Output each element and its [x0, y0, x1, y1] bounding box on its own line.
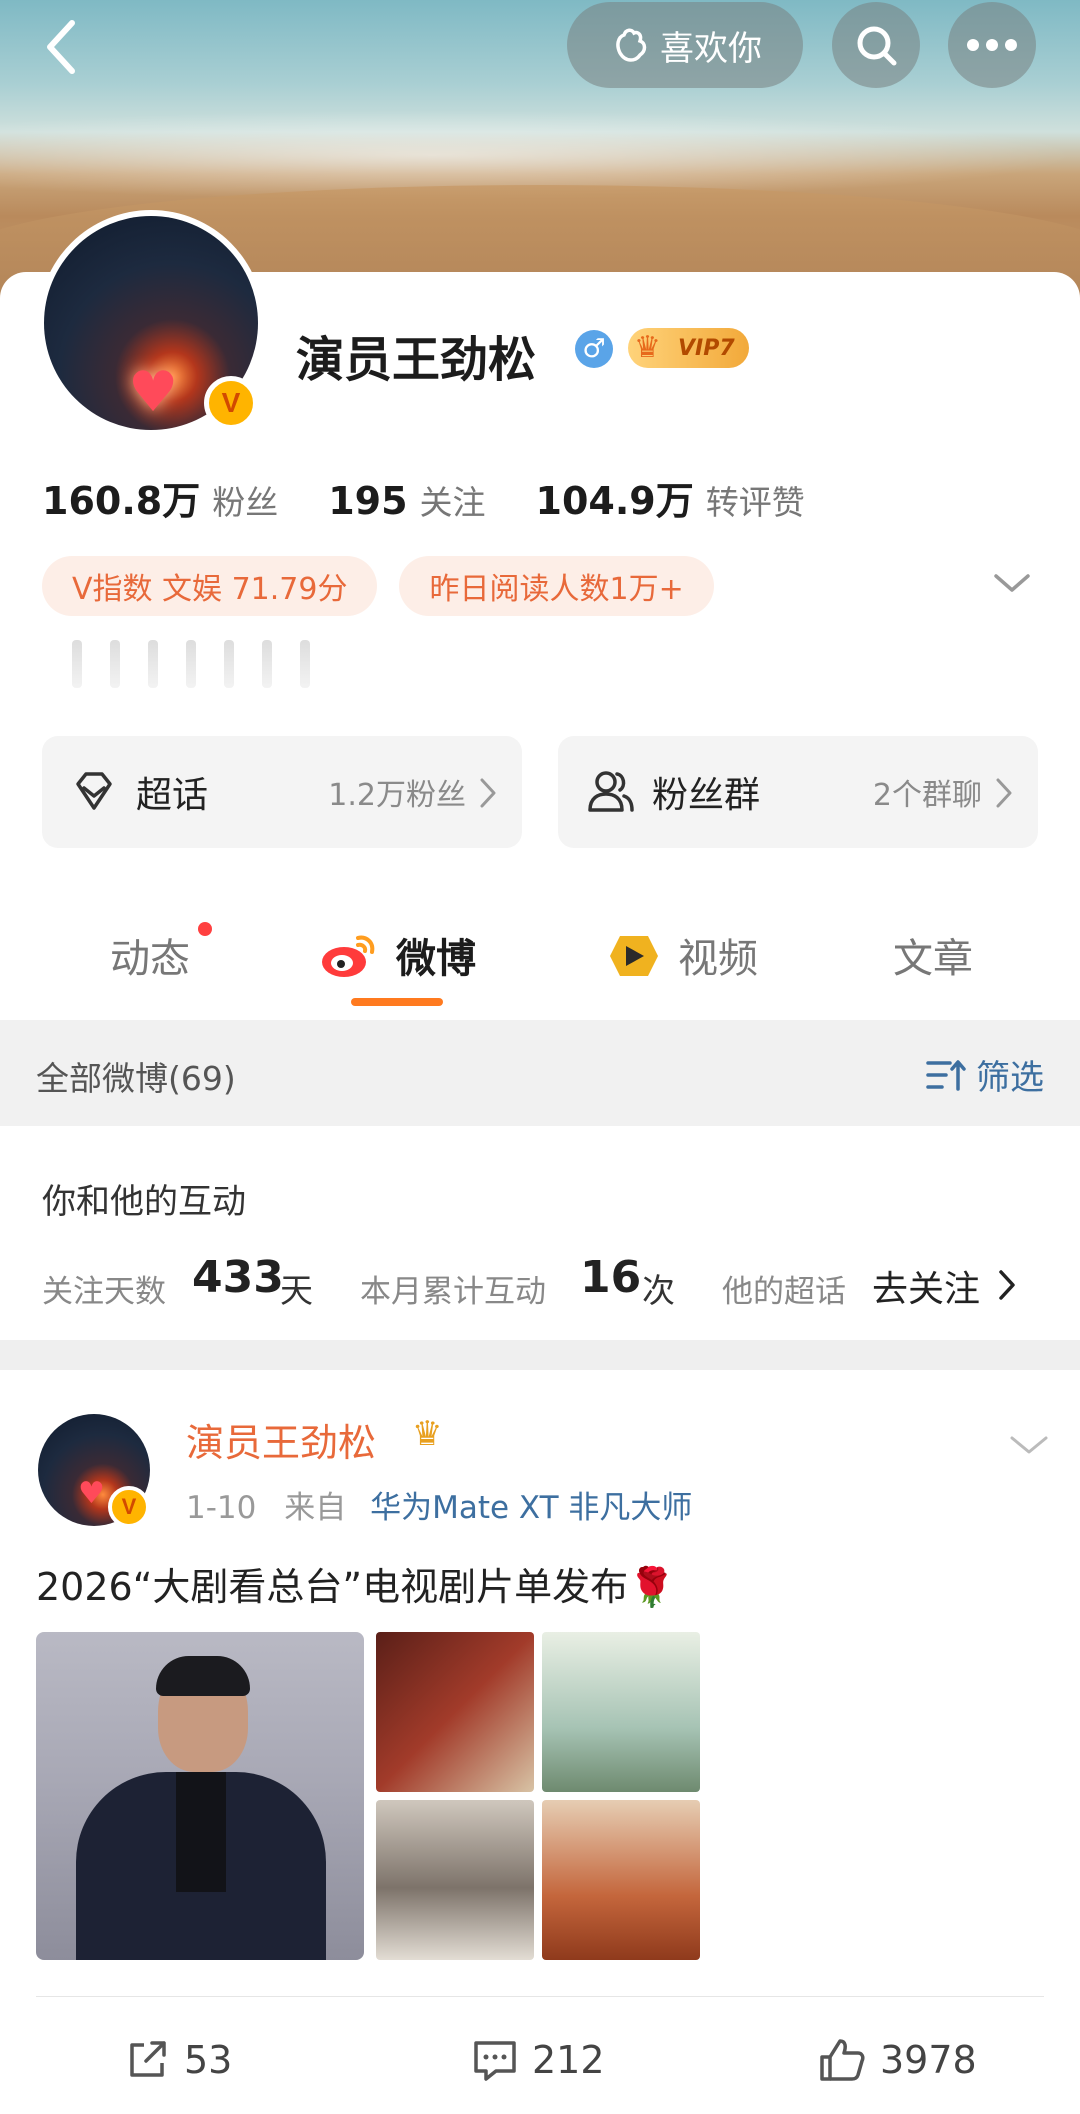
video-icon: [610, 936, 658, 976]
all-weibo-count: 全部微博(69): [36, 1059, 236, 1098]
post-image-grid: [376, 1632, 700, 1960]
follow-days-value: 433: [192, 1252, 284, 1303]
crown-icon: ♛: [634, 330, 661, 365]
post-image-main[interactable]: [36, 1632, 364, 1960]
v-index-tag[interactable]: V指数 文娱 71.79分: [42, 556, 378, 616]
chevron-down-icon[interactable]: [992, 568, 1032, 598]
engagement-label: 转评赞: [705, 483, 805, 522]
like-button[interactable]: 3978: [818, 2020, 977, 2100]
following-label[interactable]: 关注: [420, 476, 486, 524]
chevron-right-icon: [996, 778, 1012, 808]
follow-days-label: 关注天数: [42, 1274, 166, 1310]
tab-dynamics[interactable]: 动态: [110, 926, 190, 984]
thumbs-up-icon: [820, 2039, 865, 2081]
post-meta: 1-10 来自 华为Mate XT 非凡大师: [186, 1482, 692, 1527]
engagement-count: 104.9万: [535, 479, 694, 523]
comment-icon: [474, 2041, 516, 2081]
crown-icon: ♛: [412, 1414, 443, 1454]
post-image-2[interactable]: [542, 1632, 700, 1792]
super-topic-subtitle: 1.2万粉丝: [328, 778, 466, 813]
fan-group-title: 粉丝群: [652, 775, 761, 816]
verified-badge-icon: V: [204, 376, 258, 430]
interaction-title: 你和他的互动: [42, 1182, 246, 1222]
profile-tags: V指数 文娱 71.79分 昨日阅读人数1万+: [42, 556, 714, 616]
fan-group-subtitle: 2个群聊: [872, 778, 982, 813]
share-icon: [130, 2041, 166, 2077]
chevron-left-icon: [47, 20, 75, 74]
tab-video[interactable]: 视频: [678, 926, 758, 984]
tab-weibo[interactable]: 微博: [396, 926, 476, 984]
repost-count: 53: [184, 2038, 233, 2082]
followers-count[interactable]: 160.8万: [42, 470, 200, 525]
vip-badge[interactable]: ♛ VIP7: [628, 328, 749, 368]
vip-level: VIP7: [678, 335, 735, 361]
like-you-button[interactable]: 喜欢你: [567, 2, 803, 88]
repost-button[interactable]: 53: [124, 2020, 232, 2100]
monthly-interaction-label: 本月累计互动: [360, 1274, 546, 1310]
filter-icon: [926, 1059, 966, 1091]
interaction-stats: 关注天数 433 天 本月累计互动 16 次 他的超话 去关注: [42, 1248, 1042, 1318]
like-you-label: 喜欢你: [660, 28, 762, 69]
post-from-label: 来自: [284, 1490, 347, 1526]
profile-tabs: 动态 微博 视频 文章: [0, 900, 1080, 1010]
post-actions: 53 212 3978: [0, 2020, 1080, 2100]
gender-male-icon: ♂: [575, 330, 613, 368]
weibo-post[interactable]: ♥ V 演员王劲松 ♛ 1-10 来自 华为Mate XT 非凡大师 2026“…: [0, 1370, 1080, 2114]
monthly-interaction-value: 16: [580, 1252, 642, 1303]
weibo-logo-icon: [322, 935, 375, 977]
verified-badge-icon: V: [108, 1486, 150, 1528]
comment-button[interactable]: 212: [472, 2020, 605, 2100]
weibo-filter-bar: 全部微博(69) 筛选: [0, 1020, 1080, 1126]
fan-group-card[interactable]: 粉丝群 2个群聊: [558, 736, 1038, 848]
reads-tag[interactable]: 昨日阅读人数1万+: [399, 556, 714, 616]
rose-emoji-icon: 🌹: [628, 1565, 676, 1609]
interaction-panel: 你和他的互动 关注天数 433 天 本月累计互动 16 次 他的超话 去关注: [0, 1126, 1080, 1340]
heart-icon: ♥: [128, 360, 179, 425]
chevron-right-icon: [999, 1270, 1015, 1300]
section-divider: [0, 1340, 1080, 1370]
following-count[interactable]: 195: [328, 479, 407, 523]
post-body: 2026“大剧看总台”电视剧片单发布: [36, 1565, 629, 1609]
more-button[interactable]: [948, 2, 1036, 88]
super-topic-card[interactable]: 超话 1.2万粉丝: [42, 736, 522, 848]
post-image-4[interactable]: [542, 1800, 700, 1960]
active-tab-indicator: [351, 998, 443, 1006]
notification-dot: [198, 922, 212, 936]
filter-button[interactable]: 筛选: [926, 1050, 1044, 1099]
post-text: 2026“大剧看总台”电视剧片单发布🌹: [36, 1556, 675, 1611]
post-date: 1-10: [186, 1490, 257, 1526]
super-topic-title: 超话: [136, 775, 209, 816]
post-image-3[interactable]: [376, 1800, 534, 1960]
profile-name: 演员王劲松: [296, 332, 537, 388]
chevron-down-icon[interactable]: [1008, 1430, 1050, 1460]
search-icon: [857, 26, 897, 66]
search-button[interactable]: [832, 2, 920, 88]
post-source[interactable]: 华为Mate XT 非凡大师: [370, 1490, 692, 1526]
heart-icon: ♥: [78, 1476, 105, 1511]
more-dots-icon: [967, 39, 1017, 51]
profile-stats: 160.8万 粉丝 195 关注 104.9万 转评赞: [42, 470, 855, 525]
tab-articles[interactable]: 文章: [893, 926, 973, 984]
follow-days-unit: 天: [280, 1271, 313, 1310]
followers-label[interactable]: 粉丝: [212, 476, 278, 524]
profile-cards: 超话 1.2万粉丝 粉丝群 2个群聊: [42, 736, 1038, 848]
bio-placeholder: [72, 640, 310, 688]
diamond-icon: [76, 772, 112, 810]
post-image-1[interactable]: [376, 1632, 534, 1792]
group-icon: [588, 771, 634, 812]
post-author-name[interactable]: 演员王劲松: [186, 1412, 376, 1467]
like-count: 3978: [880, 2038, 977, 2082]
post-divider: [36, 1996, 1044, 1997]
comment-count: 212: [532, 2038, 605, 2082]
supertopic-label: 他的超话: [722, 1274, 846, 1310]
follow-supertopic-link[interactable]: 去关注: [872, 1260, 980, 1312]
chevron-right-icon: [480, 778, 496, 808]
back-button[interactable]: [30, 14, 90, 80]
hand-wave-icon: [616, 28, 647, 62]
monthly-interaction-unit: 次: [642, 1271, 675, 1310]
